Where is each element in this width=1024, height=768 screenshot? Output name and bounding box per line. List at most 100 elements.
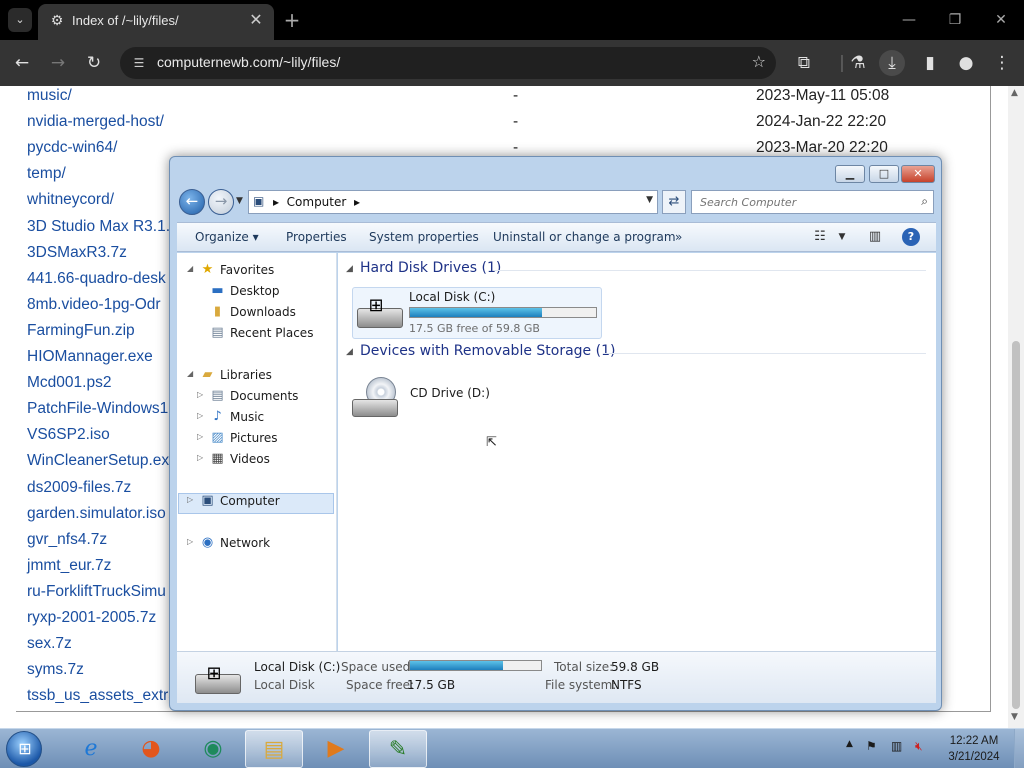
show-hidden-icons[interactable]: ▲ <box>846 739 853 749</box>
file-link[interactable]: syms.7z <box>27 661 84 679</box>
browser-tab[interactable]: ⚙ Index of /~lily/files/ ✕ <box>38 4 274 40</box>
preview-pane-icon[interactable]: ▥ <box>866 228 884 246</box>
file-link[interactable]: jmmt_eur.7z <box>27 557 111 575</box>
windows-explorer-icon[interactable]: ▤ <box>245 730 303 768</box>
collapsed-icon[interactable]: ▷ <box>187 495 193 504</box>
tab-search-button[interactable]: ⌄ <box>8 8 32 32</box>
file-link[interactable]: 8mb.video-1pg-Odr <box>27 296 161 314</box>
bookmark-star-icon[interactable]: ☆ <box>752 52 766 71</box>
scroll-down-icon[interactable]: ▼ <box>1011 712 1018 722</box>
cd-drive-icon[interactable] <box>352 377 400 421</box>
file-link[interactable]: WinCleanerSetup.ex <box>27 452 169 470</box>
recent-pages-icon[interactable]: ▼ <box>236 196 243 206</box>
breadcrumb-computer[interactable]: Computer <box>287 195 347 209</box>
file-link[interactable]: pycdc-win64/ <box>27 139 117 157</box>
scroll-up-icon[interactable]: ▲ <box>1011 88 1018 98</box>
file-link[interactable]: sex.7z <box>27 635 72 653</box>
address-dropdown-icon[interactable]: ▼ <box>646 195 653 205</box>
collapsed-icon[interactable]: ▷ <box>197 453 203 462</box>
file-link[interactable]: Mcd001.ps2 <box>27 374 111 392</box>
explorer-close-button[interactable]: ✕ <box>901 165 935 183</box>
collapse-group-icon[interactable]: ◢ <box>346 347 353 357</box>
file-link[interactable]: FarmingFun.zip <box>27 322 135 340</box>
file-link[interactable]: 441.66-quadro-desk <box>27 270 166 288</box>
explorer-maximize-button[interactable]: □ <box>869 165 899 183</box>
file-link[interactable]: whitneycord/ <box>27 191 114 209</box>
restore-button[interactable]: ❐ <box>935 6 975 34</box>
download-icon[interactable]: ⤓ <box>879 50 905 76</box>
show-desktop-button[interactable] <box>1014 729 1024 768</box>
view-options-icon[interactable]: ☷ <box>811 228 829 246</box>
total-size-label: Total size: <box>554 660 614 674</box>
action-center-flag-icon[interactable]: ⚑ <box>866 739 877 753</box>
site-info-icon[interactable]: ☰ <box>130 54 148 72</box>
minimize-button[interactable]: — <box>889 6 929 34</box>
organize-label: Organize <box>195 230 249 244</box>
close-window-button[interactable]: ✕ <box>981 6 1021 34</box>
file-link[interactable]: VS6SP2.iso <box>27 426 110 444</box>
system-properties-button[interactable]: System properties <box>369 230 479 244</box>
file-link[interactable]: 3DSMaxR3.7z <box>27 244 127 262</box>
view-dropdown-icon[interactable]: ▼ <box>833 228 851 246</box>
file-link[interactable]: nvidia-merged-host/ <box>27 113 164 131</box>
menu-icon[interactable]: ⋮ <box>989 50 1015 76</box>
explorer-refresh-button[interactable]: ⇄ <box>662 190 686 214</box>
search-icon[interactable]: ⌕ <box>921 194 928 209</box>
explorer-back-button[interactable]: ← <box>179 189 205 215</box>
address-bar[interactable]: ☰ computernewb.com/~lily/files/ ☆ <box>120 47 776 79</box>
file-link[interactable]: garden.simulator.iso <box>27 505 166 523</box>
extensions-icon[interactable]: ⧉ <box>791 50 817 76</box>
collapsed-icon[interactable]: ▷ <box>197 411 203 420</box>
help-icon[interactable]: ? <box>902 228 920 246</box>
uninstall-program-button[interactable]: Uninstall or change a program <box>493 230 676 244</box>
properties-button[interactable]: Properties <box>286 230 347 244</box>
new-tab-button[interactable]: + <box>280 8 304 32</box>
network-status-icon[interactable]: ▥ <box>891 739 902 753</box>
group-header-hdd[interactable]: ◢ Hard Disk Drives (1) <box>346 260 926 280</box>
collapsed-icon[interactable]: ▷ <box>187 537 193 546</box>
more-commands-button[interactable]: » <box>675 230 682 244</box>
explorer-search-box[interactable]: ⌕ <box>691 190 934 214</box>
file-link[interactable]: ds2009-files.7z <box>27 479 131 497</box>
organize-button[interactable]: Organize ▾ <box>195 230 259 244</box>
start-button[interactable]: ⊞ <box>6 731 42 767</box>
firefox-icon[interactable]: ◕ <box>122 730 180 768</box>
local-disk-tile[interactable]: ⊞ Local Disk (C:) 17.5 GB free of 59.8 G… <box>352 287 602 339</box>
file-link[interactable]: PatchFile-Windows1 <box>27 400 168 418</box>
media-player-icon[interactable]: ▶ <box>307 730 365 768</box>
notepad-icon[interactable]: ✎ <box>369 730 427 768</box>
side-panel-icon[interactable]: ▮ <box>917 50 943 76</box>
labs-icon[interactable]: ⚗ <box>845 50 871 76</box>
file-link[interactable]: ru-ForkliftTruckSimu <box>27 583 166 601</box>
scrollbar-thumb[interactable] <box>1012 341 1020 709</box>
tab-close-icon[interactable]: ✕ <box>246 10 266 30</box>
collapsed-icon[interactable]: ▷ <box>197 432 203 441</box>
expanded-icon[interactable]: ◢ <box>187 264 193 273</box>
reload-button[interactable]: ↻ <box>81 50 107 76</box>
collapsed-icon[interactable]: ▷ <box>197 390 203 399</box>
volume-muted-icon[interactable]: 🔇︎ <box>915 739 923 754</box>
file-link[interactable]: ryxp-2001-2005.7z <box>27 609 156 627</box>
chrome-like-browser-icon[interactable]: ◉ <box>184 730 242 768</box>
explorer-address-bar[interactable]: ▣ ▸ Computer ▸ ▼ <box>248 190 658 214</box>
system-clock[interactable]: 12:22 AM 3/21/2024 <box>946 733 1002 765</box>
back-button[interactable]: ← <box>9 50 35 76</box>
group-header-removable[interactable]: ◢ Devices with Removable Storage (1) <box>346 343 926 363</box>
page-scrollbar[interactable]: ▲ ▼ <box>1008 86 1024 728</box>
file-link[interactable]: music/ <box>27 87 72 105</box>
forward-button[interactable]: → <box>45 50 71 76</box>
computer-icon: ▣ <box>201 493 214 508</box>
collapse-group-icon[interactable]: ◢ <box>346 264 353 274</box>
expanded-icon[interactable]: ◢ <box>187 369 193 378</box>
internet-explorer-icon[interactable]: ℯ <box>62 730 120 768</box>
profile-avatar-icon[interactable]: ● <box>953 50 979 76</box>
file-link[interactable]: gvr_nfs4.7z <box>27 531 107 549</box>
file-link[interactable]: temp/ <box>27 165 66 183</box>
file-link[interactable]: 3D Studio Max R3.1. <box>27 218 170 236</box>
explorer-forward-button[interactable]: → <box>208 189 234 215</box>
search-input[interactable] <box>692 191 907 213</box>
file-link[interactable]: tssb_us_assets_extra <box>27 687 177 705</box>
cd-drive-name[interactable]: CD Drive (D:) <box>410 386 490 400</box>
explorer-minimize-button[interactable]: ▁ <box>835 165 865 183</box>
file-link[interactable]: HIOMannager.exe <box>27 348 153 366</box>
